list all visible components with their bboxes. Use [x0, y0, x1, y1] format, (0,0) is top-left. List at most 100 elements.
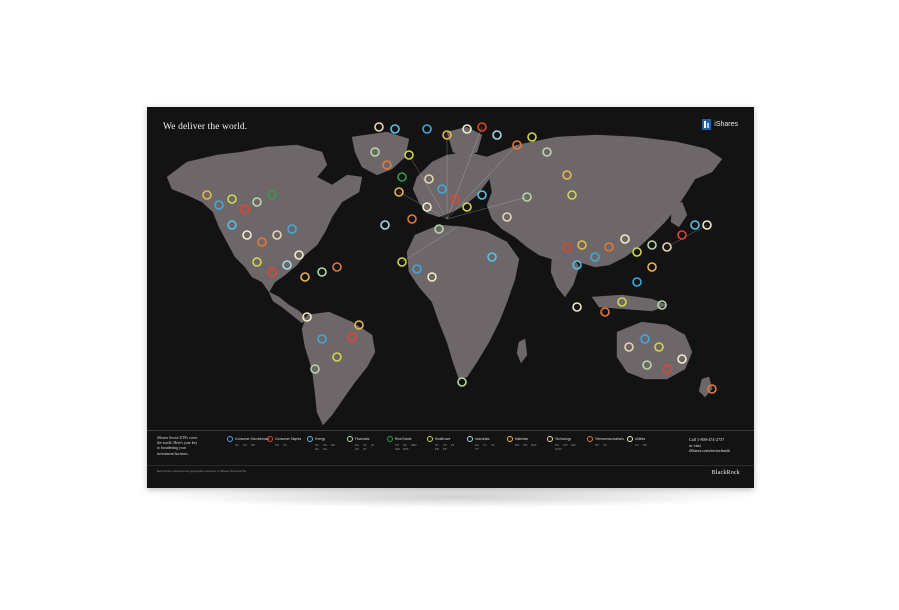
legend-ticker: IAI — [371, 444, 374, 447]
legend-label: Telecommunications — [595, 437, 624, 441]
legend-ticker: IYF — [363, 444, 367, 447]
legend-ticker: PICK — [531, 444, 537, 447]
legend-ticker: IYR — [395, 444, 399, 447]
exposure-ring — [477, 190, 487, 200]
legend-ticker: IAT — [363, 448, 367, 451]
exposure-ring — [462, 202, 472, 212]
legend-ticker: WPS — [403, 448, 409, 451]
legend-label: Utilities — [635, 437, 646, 441]
legend-ticker: IYW — [563, 444, 568, 447]
legend-ticker: FILL — [323, 448, 328, 451]
exposure-ring — [332, 262, 342, 272]
legend-ring-icon — [427, 436, 433, 442]
legend-ticker: IXN — [555, 444, 559, 447]
legend-ring-icon — [387, 436, 393, 442]
world-map — [166, 122, 723, 426]
south-america-landmass — [301, 311, 376, 426]
exposure-ring — [690, 220, 700, 230]
intro-line: investment horizons. — [157, 451, 189, 456]
legend-label: Consumer Discretionary — [235, 437, 270, 441]
legend-ring-icon — [307, 436, 313, 442]
legend-ring-icon — [547, 436, 553, 442]
legend-ticker: KXI — [275, 444, 279, 447]
exposure-ring — [527, 132, 537, 142]
exposure-ring — [397, 172, 407, 182]
legend-ticker: IHF — [443, 448, 447, 451]
ishares-logo-icon — [702, 119, 712, 130]
legend-label: Real Estate — [395, 437, 412, 441]
legend-ticker: IXJ — [435, 444, 439, 447]
legend-ticker: JXI — [635, 444, 639, 447]
legend-ticker: XLY — [243, 444, 248, 447]
exposure-ring — [457, 377, 467, 387]
legend-label: Healthcare — [435, 437, 451, 441]
exposure-ring — [407, 214, 417, 224]
exposure-ring — [380, 220, 390, 230]
legend-ring-icon — [467, 436, 473, 442]
brand-name: iShares — [714, 121, 738, 128]
legend-label: Materials — [515, 437, 528, 441]
exposure-ring — [572, 302, 582, 312]
legend-ticker: IXG — [355, 444, 360, 447]
legend-ticker: IAK — [355, 448, 359, 451]
legend-ticker: RXI — [251, 444, 255, 447]
footer-divider — [147, 465, 754, 466]
legend-divider — [147, 430, 754, 431]
legend-ticker: IYZ — [603, 444, 607, 447]
legend-ring-icon — [267, 436, 273, 442]
legend-ticker: SOXX — [555, 448, 562, 451]
legend-ticker: EXI — [475, 444, 479, 447]
legend-label: Consumer Staples — [275, 437, 302, 441]
legend-ticker: REM — [411, 444, 417, 447]
legend-ticker: IHI — [451, 444, 455, 447]
headline: We deliver the world. — [163, 122, 248, 132]
exposure-ring — [492, 130, 502, 140]
new-zealand-landmass — [698, 376, 713, 398]
exposure-ring — [317, 267, 327, 277]
legend-ticker: ITA — [491, 444, 495, 447]
legend-ticker: IXP — [595, 444, 599, 447]
legend-ticker: IHE — [435, 448, 439, 451]
legend-label: Energy — [315, 437, 326, 441]
intro-text: iShares Sector ETFs cover the world. Her… — [157, 436, 225, 457]
legend-ticker: IDU — [643, 444, 648, 447]
exposure-ring — [632, 247, 642, 257]
legend-ticker: IXC — [235, 444, 239, 447]
exposure-ring — [647, 262, 657, 272]
poster: We deliver the world. iShares iShares Se… — [147, 107, 754, 488]
brand: iShares — [702, 119, 738, 130]
north-america-landmass — [166, 144, 363, 293]
exposure-ring — [422, 124, 432, 134]
legend-ticker: REZ — [395, 448, 400, 451]
exposure-ring — [677, 230, 687, 240]
exposure-ring — [600, 307, 610, 317]
legend-ring-icon — [227, 436, 233, 442]
legend-ring-icon — [627, 436, 633, 442]
europe-landmass — [412, 151, 498, 218]
contact-url: iShares.com/sectorfunds — [689, 448, 731, 453]
legend-ticker: MXI — [515, 444, 520, 447]
footnote: Each circle represents the geographic ex… — [157, 469, 247, 473]
legend-ticker: ICF — [403, 444, 407, 447]
company-logo: BlackRock — [711, 470, 740, 476]
central-america-landmass — [268, 291, 308, 324]
legend-ticker: IEZ — [315, 448, 319, 451]
legend-ticker: IXC — [315, 444, 319, 447]
legend-ticker: IYE — [323, 444, 327, 447]
exposure-ring — [390, 124, 400, 134]
contact-info: Call 1-800-474-2737 or visit iShares.com… — [689, 437, 751, 454]
legend-ticker: IEO — [331, 444, 336, 447]
legend-label: Technology — [555, 437, 572, 441]
exposure-ring — [300, 272, 310, 282]
madagascar-landmass — [516, 338, 528, 364]
legend-ring-icon — [587, 436, 593, 442]
exposure-ring — [632, 277, 642, 287]
legend-ticker: IYM — [523, 444, 528, 447]
legend-ticker: IGM — [571, 444, 576, 447]
poster-shadow — [150, 486, 760, 508]
greenland-landmass — [351, 131, 410, 176]
sector-legend: Consumer Discretionary IXC XLY RXI Consumer … — [227, 436, 667, 464]
legend-item: Utilities JXI IDU — [627, 436, 679, 462]
legend-ticker: IYJ — [483, 444, 487, 447]
exposure-ring — [647, 240, 657, 250]
